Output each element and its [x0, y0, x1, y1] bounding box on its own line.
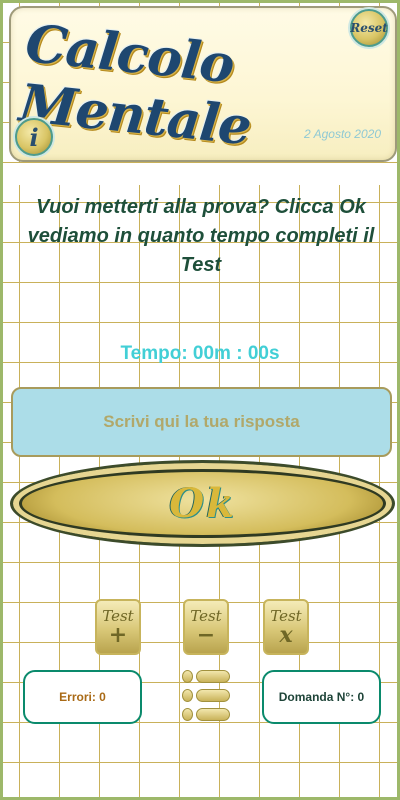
test-subtract-button[interactable]: Test −: [183, 599, 229, 655]
list-bar: [196, 708, 230, 721]
multiply-icon: x: [279, 622, 293, 648]
reset-label: Reset: [350, 21, 388, 35]
test-multiply-button[interactable]: Test x: [263, 599, 309, 655]
separator: [3, 163, 397, 185]
reset-button[interactable]: Reset: [350, 9, 388, 47]
list-bar: [196, 670, 230, 683]
plus-icon: +: [108, 622, 128, 648]
timer-display: Tempo: 00m : 00s: [120, 343, 280, 364]
question-prompt: Vuoi metterti alla prova? Clicca Ok vedi…: [27, 196, 375, 276]
header-panel: Calcolo Mentale 2 Agosto 2020: [9, 6, 397, 162]
app-title: Calcolo Mentale: [16, 13, 254, 158]
info-button[interactable]: i: [15, 118, 53, 156]
errors-counter: Errori: 0: [23, 670, 142, 724]
list-bar: [196, 689, 230, 702]
info-icon: i: [29, 122, 39, 152]
question-counter: Domanda N°: 0: [262, 670, 381, 724]
answer-input[interactable]: Scrivi qui la tua risposta: [11, 387, 392, 457]
list-dot: [182, 670, 193, 683]
list-dot: [182, 708, 193, 721]
ok-label: Ok: [169, 480, 236, 527]
list-dot: [182, 689, 193, 702]
list-icon[interactable]: [180, 668, 232, 724]
ok-button[interactable]: Ok: [10, 460, 395, 547]
test-add-button[interactable]: Test +: [95, 599, 141, 655]
minus-icon: −: [196, 622, 216, 648]
date-label: 2 Agosto 2020: [304, 127, 381, 141]
